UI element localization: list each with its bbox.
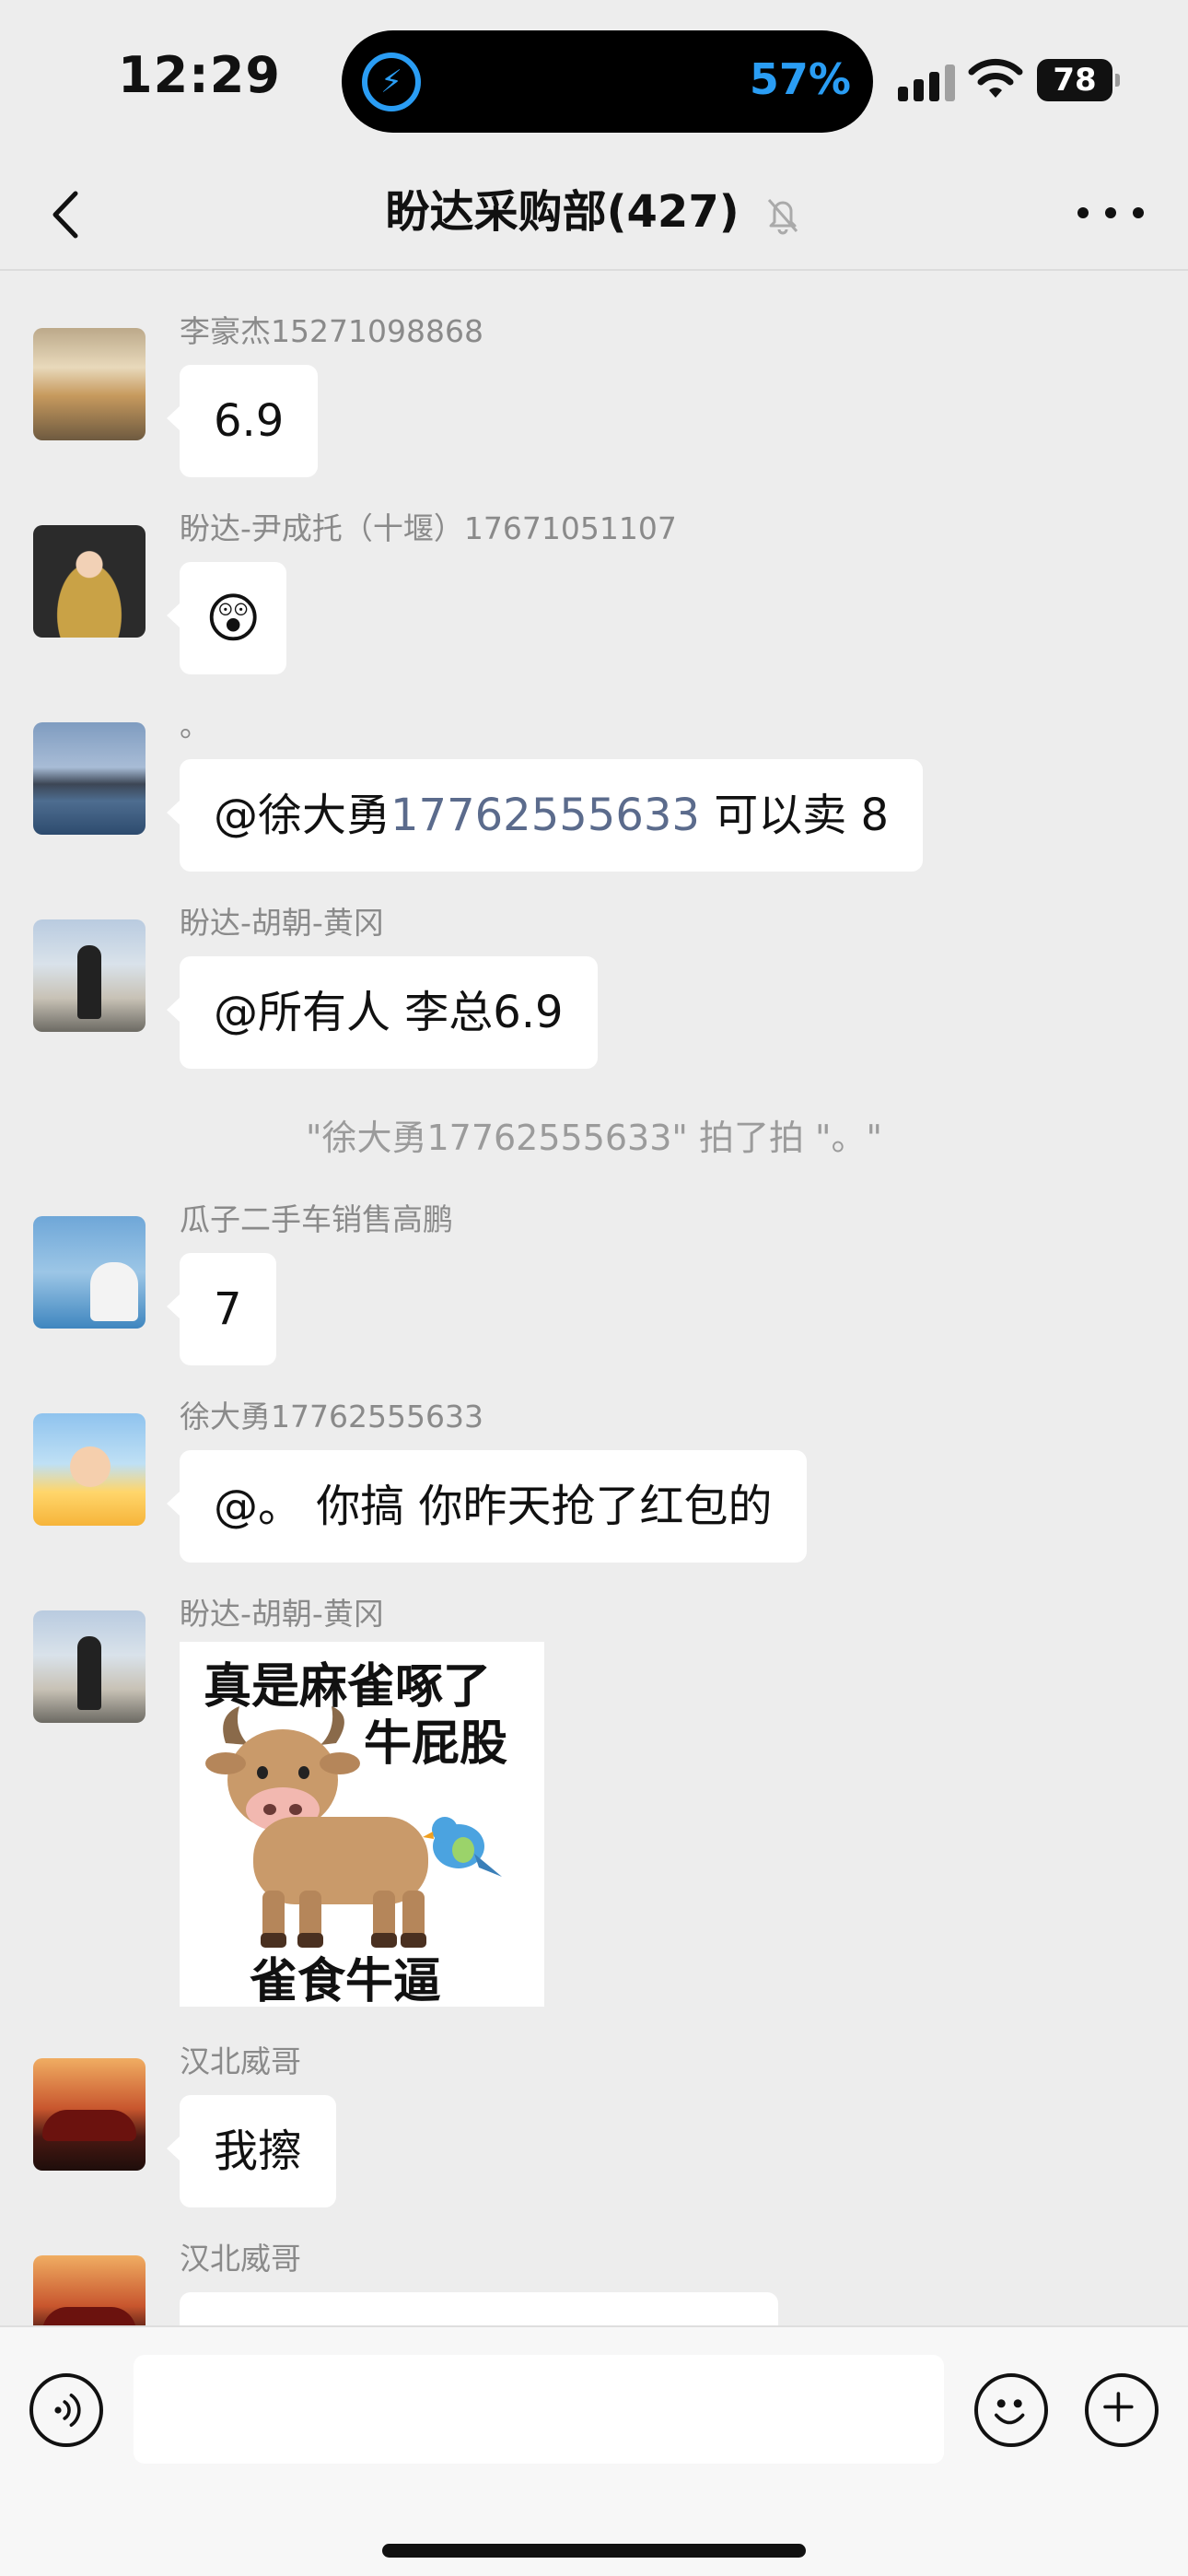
more-icon[interactable] [1077, 190, 1144, 236]
sticker-caption-line3: 雀食牛逼 [250, 1954, 442, 2007]
battery-icon: 78 [1037, 59, 1120, 101]
chat-title-row: 盼达采购部(427) [0, 184, 1188, 240]
chat-title: 盼达采购部(427) [385, 186, 740, 238]
cow-and-bird-illustration [205, 1706, 502, 1948]
sender-name: 盼达-胡朝-黄冈 [180, 1596, 384, 1632]
plus-icon[interactable] [1085, 2373, 1159, 2447]
sender-name: 汉北威哥 [180, 2241, 301, 2277]
status-bar: 12:29 ⚡ 57% 78 [0, 0, 1188, 157]
input-bar [0, 2325, 1188, 2576]
avatar[interactable] [33, 328, 146, 440]
message-bubble[interactable]: 刚打开一看，吓到了一身华 [180, 2292, 779, 2325]
voice-icon[interactable] [29, 2373, 103, 2447]
dynamic-island: ⚡ 57% [342, 30, 873, 133]
sender-name: 盼达-胡朝-黄冈 [180, 905, 384, 941]
charge-percent: 57% [749, 54, 851, 104]
status-time: 12:29 [118, 46, 281, 104]
emoji-icon[interactable] [974, 2373, 1048, 2447]
message-bubble[interactable]: 7 [167, 1253, 276, 1365]
sticker-image[interactable]: 真是麻雀啄了 牛屁股 雀食牛逼 [180, 1642, 544, 2007]
emoji-bubble[interactable]: 😲 [166, 562, 287, 674]
avatar[interactable] [33, 525, 146, 638]
sender-name: 。 [180, 708, 210, 744]
message-input[interactable] [134, 2355, 944, 2464]
message-text: 可以卖 8 [699, 790, 890, 841]
avatar[interactable] [33, 1413, 146, 1526]
message-bubble[interactable]: @。 你搞 你昨天抢了红包的 [167, 1450, 807, 1563]
wifi-icon [968, 58, 1023, 98]
mute-bell-icon [768, 199, 798, 235]
system-notice: "徐大勇17762555633" 拍了拍 "。" [305, 1118, 883, 1158]
phone-link[interactable]: 17762555633 [390, 790, 700, 841]
avatar[interactable] [33, 1610, 146, 1723]
message-bubble[interactable]: 6.9 [166, 365, 319, 477]
avatar[interactable] [33, 2058, 146, 2171]
cellular-signal-icon [898, 63, 955, 101]
sender-name: 徐大勇17762555633 [180, 1399, 483, 1434]
charging-bolt-icon: ⚡ [362, 53, 421, 111]
message-bubble[interactable]: @所有人 李总6.9 [167, 956, 598, 1069]
sender-name: 瓜子二手车销售高鹏 [180, 1201, 453, 1237]
message-bubble[interactable]: @徐大勇17762555633 可以卖 8 [166, 759, 924, 872]
sender-name: 汉北威哥 [180, 2043, 301, 2079]
avatar[interactable] [33, 1216, 146, 1329]
avatar[interactable] [33, 2255, 146, 2325]
message-item: 汉北威哥 刚打开一看，吓到了一身华 [0, 2241, 1188, 2325]
home-indicator [382, 2544, 806, 2558]
mention-name[interactable]: @徐大勇 [214, 790, 390, 841]
avatar[interactable] [33, 722, 146, 835]
message-bubble[interactable]: 我擦 [166, 2095, 337, 2207]
sender-name: 李豪杰15271098868 [180, 313, 483, 349]
chat-header: 盼达采购部(427) [0, 157, 1188, 271]
sender-name: 盼达-尹成托（十堰）17671051107 [180, 510, 677, 546]
avatar[interactable] [33, 919, 146, 1032]
